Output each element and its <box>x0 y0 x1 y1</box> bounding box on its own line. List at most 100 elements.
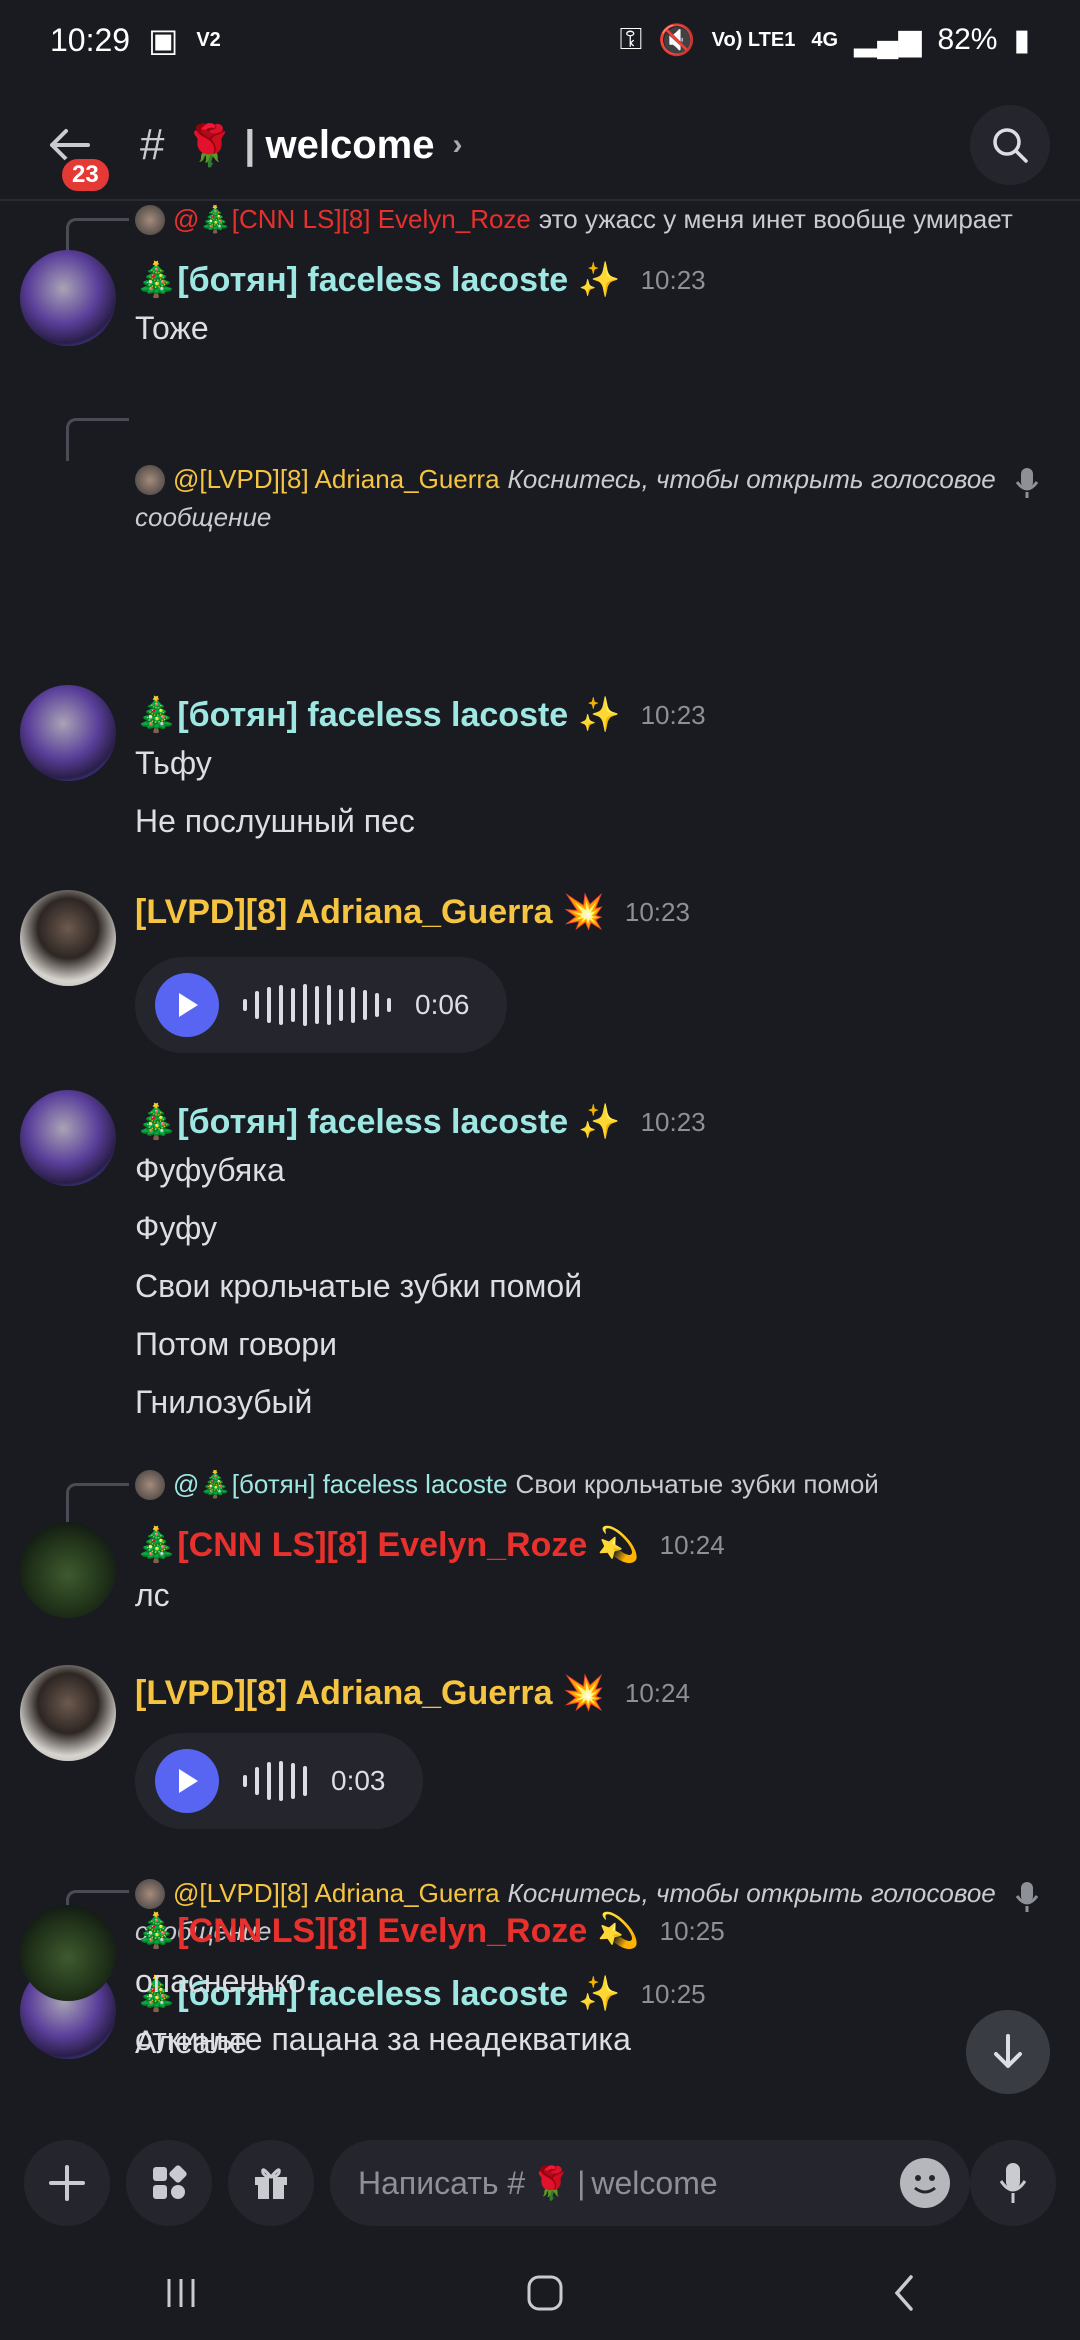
play-icon <box>179 993 198 1017</box>
mic-icon <box>1014 1880 1040 1919</box>
placeholder-prefix: Написать # <box>358 2164 526 2201</box>
battery-level: 82% <box>937 23 998 56</box>
placeholder-channel: welcome <box>591 2164 718 2201</box>
reply-connector <box>66 418 129 461</box>
reply-user: @[LVPD][8] Adriana_Guerra <box>173 464 500 494</box>
arrow-down-icon <box>994 2034 1022 2068</box>
reply-text-cont: сообщение <box>135 502 272 532</box>
emoji-button[interactable] <box>900 2158 950 2208</box>
home-button[interactable] <box>523 2271 567 2320</box>
system-nav-bar <box>0 2250 1080 2340</box>
message-text: Тоже <box>135 310 209 346</box>
reply-text: это ужасс у меня инет вообще умирает <box>538 204 1013 234</box>
battery-icon: ▮ <box>1013 23 1030 57</box>
message-text: Фуфубяка <box>135 1152 285 1188</box>
gift-icon <box>255 2168 287 2199</box>
reply-preview[interactable]: @🎄[ботян] faceless lacoste Свои крольчат… <box>135 1469 879 1500</box>
play-button[interactable] <box>155 1749 219 1813</box>
reply-preview[interactable]: @[LVPD][8] Adriana_Guerra Коснитесь, что… <box>135 464 996 495</box>
image-icon: ▣ <box>148 22 179 58</box>
play-button[interactable] <box>155 973 219 1037</box>
username-text: 🎄[CNN LS][8] Evelyn_Roze <box>135 1526 588 1564</box>
message-text: Фуфу <box>135 1210 217 1246</box>
voice-duration: 0:03 <box>331 1765 386 1796</box>
network-indicator: 4G <box>811 28 839 51</box>
username-text: 🎄[ботян] faceless lacoste <box>135 1103 569 1141</box>
user-badge-icon: ✨ <box>578 696 621 734</box>
v2-indicator: V2 <box>196 28 221 51</box>
smiley-icon <box>914 2175 936 2194</box>
search-button[interactable] <box>970 105 1050 185</box>
username-text: 🎄[ботян] faceless lacoste <box>135 696 569 734</box>
recents-icon <box>167 2278 195 2307</box>
avatar[interactable] <box>20 1090 116 1186</box>
user-badge-icon: ✨ <box>578 261 621 299</box>
chevron-right-icon: › <box>452 128 463 161</box>
mic-icon <box>1014 466 1040 505</box>
user-badge-icon: 💫 <box>597 1526 640 1564</box>
jump-to-bottom-button[interactable] <box>966 2010 1050 2094</box>
message-list[interactable]: @🎄[CNN LS][8] Evelyn_Roze это ужасс у ме… <box>0 200 1080 2120</box>
voice-message[interactable]: 0:03 <box>135 1733 423 1829</box>
timestamp: 10:24 <box>659 1529 725 1560</box>
username[interactable]: [LVPD][8] Adriana_Guerra 💥 10:23 <box>135 892 690 932</box>
timestamp: 10:23 <box>640 699 706 730</box>
username[interactable]: 🎄[CNN LS][8] Evelyn_Roze 💫 10:24 <box>135 1525 725 1565</box>
reply-preview[interactable]: @[LVPD][8] Adriana_Guerra Коснитесь, что… <box>135 1878 996 1909</box>
user-badge-icon: 💥 <box>562 1674 605 1712</box>
chevron-left-icon <box>894 2274 913 2311</box>
avatar[interactable] <box>20 685 116 781</box>
username[interactable]: [LVPD][8] Adriana_Guerra 💥 10:24 <box>135 1673 690 1713</box>
avatar[interactable] <box>20 1665 116 1761</box>
user-badge-icon: ✨ <box>578 1975 621 2013</box>
username[interactable]: 🎄[CNN LS][8] Evelyn_Roze 💫 10:25 <box>135 1911 725 1951</box>
username[interactable]: 🎄[ботян] faceless lacoste ✨ 10:23 <box>135 1102 706 1142</box>
avatar[interactable] <box>20 1522 116 1618</box>
timestamp: 10:25 <box>659 1915 725 1946</box>
username-text: 🎄[ботян] faceless lacoste <box>135 261 569 299</box>
reply-user: @[LVPD][8] Adriana_Guerra <box>173 1878 500 1908</box>
reply-user: @🎄[ботян] faceless lacoste <box>173 1469 508 1499</box>
placeholder-emoji: 🌹 <box>531 2165 572 2201</box>
username-text: 🎄[CNN LS][8] Evelyn_Roze <box>135 1912 588 1950</box>
gift-button[interactable] <box>228 2140 314 2226</box>
channel-title[interactable]: 🌹 | welcome › <box>184 122 462 169</box>
message-text: опасненько <box>135 1963 306 1999</box>
channel-header: 23 # 🌹 | welcome › <box>0 95 1080 195</box>
user-badge-icon: 💫 <box>597 1912 640 1950</box>
timestamp: 10:23 <box>640 264 706 295</box>
voice-record-button[interactable] <box>970 2140 1056 2226</box>
avatar[interactable] <box>20 890 116 986</box>
reply-avatar <box>135 204 165 235</box>
back-button[interactable]: 23 <box>30 105 113 195</box>
reply-preview[interactable]: @🎄[CNN LS][8] Evelyn_Roze это ужасс у ме… <box>135 204 1013 235</box>
voice-message[interactable]: 0:06 <box>135 957 507 1053</box>
apps-icon <box>153 2165 187 2199</box>
add-button[interactable] <box>24 2140 110 2226</box>
username[interactable]: 🎄[ботян] faceless lacoste ✨ 10:23 <box>135 695 706 735</box>
message-text: Свои крольчатые зубки помой <box>135 1268 583 1304</box>
home-icon <box>527 2275 563 2310</box>
avatar[interactable] <box>20 1905 116 2001</box>
timestamp: 10:23 <box>624 896 690 927</box>
reply-text: Коснитесь, чтобы открыть голосовое <box>507 464 996 494</box>
mute-icon: 🔇 <box>658 23 696 57</box>
recent-apps-button[interactable] <box>161 2273 201 2318</box>
username-text: [LVPD][8] Adriana_Guerra <box>135 1673 553 1712</box>
message-input[interactable]: Написать # 🌹 | welcome <box>330 2140 970 2226</box>
waveform <box>243 1761 307 1801</box>
system-back-button[interactable] <box>889 2273 919 2318</box>
clock: 10:29 <box>50 21 131 58</box>
reply-text: Коснитесь, чтобы открыть голосовое <box>507 1878 996 1908</box>
key-icon: ⚿ <box>619 23 643 56</box>
separator: | <box>244 122 256 167</box>
timestamp: 10:23 <box>640 1106 706 1137</box>
waveform <box>243 984 391 1026</box>
user-badge-icon: 💥 <box>562 893 605 931</box>
username[interactable]: 🎄[ботян] faceless lacoste ✨ 10:23 <box>135 260 706 300</box>
play-icon <box>179 1769 198 1793</box>
signal-icon: ▂▄▆ <box>854 23 922 57</box>
status-bar: 10:29 ▣ V2 ⚿ 🔇 Vo) LTE1 4G ▂▄▆ 82% ▮ <box>0 0 1080 80</box>
avatar[interactable] <box>20 250 116 346</box>
apps-button[interactable] <box>126 2140 212 2226</box>
